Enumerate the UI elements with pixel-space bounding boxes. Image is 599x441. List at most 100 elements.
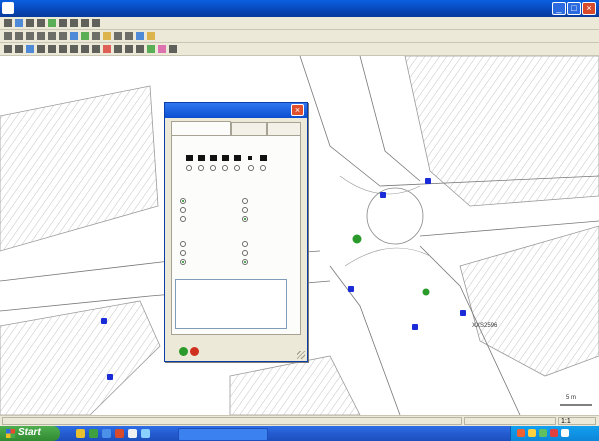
toolbar-tool-icon[interactable]	[26, 45, 34, 53]
start-button[interactable]: Start	[0, 426, 60, 441]
quicklaunch-doc-icon[interactable]	[128, 429, 137, 438]
toolbar-tool-icon[interactable]	[169, 45, 177, 53]
manhole-marker[interactable]	[425, 178, 431, 184]
toolbar-tool-icon[interactable]	[114, 45, 122, 53]
toolbar-tool-icon[interactable]	[125, 45, 133, 53]
option-radio[interactable]	[242, 250, 248, 256]
cancel-icon[interactable]	[190, 347, 199, 356]
dialog-titlebar[interactable]: ×	[165, 103, 307, 118]
toolbar-tool-icon[interactable]	[125, 32, 133, 40]
option-radio[interactable]	[180, 250, 186, 256]
map-label: XXS2596	[472, 323, 498, 329]
toolbar-tool-icon[interactable]	[92, 19, 100, 27]
ok-icon[interactable]	[179, 347, 188, 356]
manhole-marker[interactable]	[348, 286, 354, 292]
toolbar-tool-icon[interactable]	[136, 32, 144, 40]
tab-1[interactable]	[171, 121, 231, 135]
symbol-option[interactable]	[234, 155, 241, 161]
taskbar-window-button[interactable]	[178, 428, 268, 441]
toolbar-tool-icon[interactable]	[81, 19, 89, 27]
symbol-radio[interactable]	[186, 165, 192, 171]
toolbar-tool-icon[interactable]	[114, 32, 122, 40]
dialog-close-button[interactable]: ×	[291, 104, 304, 116]
toolbar-tool-icon[interactable]	[136, 45, 144, 53]
tray-icon[interactable]	[561, 429, 569, 437]
toolbar-tool-icon[interactable]	[37, 32, 45, 40]
symbol-option[interactable]	[198, 155, 205, 161]
tray-icon[interactable]	[550, 429, 558, 437]
toolbar-tool-icon[interactable]	[92, 45, 100, 53]
toolbar-tool-icon[interactable]	[48, 19, 56, 27]
symbol-radio[interactable]	[222, 165, 228, 171]
toolbar-tool-icon[interactable]	[59, 19, 67, 27]
toolbar-tool-icon[interactable]	[81, 45, 89, 53]
toolbar-tool-icon[interactable]	[147, 32, 155, 40]
manhole-marker[interactable]	[107, 374, 113, 380]
manhole-marker[interactable]	[101, 318, 107, 324]
toolbar-tool-icon[interactable]	[158, 45, 166, 53]
tab-2[interactable]	[231, 122, 267, 135]
tab-3[interactable]	[267, 122, 301, 135]
toolbar-tool-icon[interactable]	[4, 19, 12, 27]
maximize-button[interactable]: □	[567, 2, 581, 15]
manhole-marker[interactable]	[412, 324, 418, 330]
resize-grip[interactable]	[297, 351, 305, 359]
option-radio[interactable]	[242, 198, 248, 204]
symbol-radio[interactable]	[260, 165, 266, 171]
notes-textarea[interactable]	[175, 279, 287, 329]
app-icon	[2, 2, 14, 14]
option-radio[interactable]	[242, 241, 248, 247]
minimize-button[interactable]: _	[552, 2, 566, 15]
toolbar-tool-icon[interactable]	[15, 45, 23, 53]
quicklaunch-browser-icon[interactable]	[102, 429, 111, 438]
option-radio[interactable]	[242, 216, 248, 222]
quicklaunch-folder-icon[interactable]	[76, 429, 85, 438]
toolbar-tool-icon[interactable]	[70, 19, 78, 27]
manhole-marker[interactable]	[380, 192, 386, 198]
option-radio[interactable]	[180, 241, 186, 247]
symbol-radio[interactable]	[198, 165, 204, 171]
option-radio[interactable]	[242, 259, 248, 265]
quicklaunch-app-icon[interactable]	[89, 429, 98, 438]
toolbar-tool-icon[interactable]	[15, 19, 23, 27]
toolbar-tool-icon[interactable]	[103, 45, 111, 53]
toolbar-tool-icon[interactable]	[59, 45, 67, 53]
option-radio[interactable]	[180, 207, 186, 213]
toolbar-tool-icon[interactable]	[92, 32, 100, 40]
option-radio[interactable]	[242, 207, 248, 213]
symbol-option[interactable]	[186, 155, 193, 161]
quicklaunch-media-icon[interactable]	[115, 429, 124, 438]
symbol-option[interactable]	[210, 155, 217, 161]
symbol-radio[interactable]	[248, 165, 254, 171]
option-radio[interactable]	[180, 216, 186, 222]
symbol-option[interactable]	[260, 155, 267, 161]
toolbar-tool-icon[interactable]	[48, 45, 56, 53]
quicklaunch-desktop-icon[interactable]	[141, 429, 150, 438]
toolbar-tool-icon[interactable]	[59, 32, 67, 40]
tray-icon[interactable]	[539, 429, 547, 437]
tray-icon[interactable]	[528, 429, 536, 437]
toolbar-tool-icon[interactable]	[37, 45, 45, 53]
tray-icon[interactable]	[517, 429, 525, 437]
toolbar-tool-icon[interactable]	[48, 32, 56, 40]
toolbar-tool-icon[interactable]	[81, 32, 89, 40]
taskbar: Start	[0, 426, 599, 441]
option-radio[interactable]	[180, 259, 186, 265]
toolbar-tool-icon[interactable]	[4, 45, 12, 53]
symbol-option[interactable]	[248, 156, 252, 160]
symbol-option[interactable]	[222, 155, 229, 161]
manhole-marker[interactable]	[460, 310, 466, 316]
toolbar-tool-icon[interactable]	[4, 32, 12, 40]
toolbar-tool-icon[interactable]	[103, 32, 111, 40]
toolbar-tool-icon[interactable]	[26, 32, 34, 40]
symbol-radio[interactable]	[234, 165, 240, 171]
option-radio[interactable]	[180, 198, 186, 204]
symbol-radio[interactable]	[210, 165, 216, 171]
toolbar-tool-icon[interactable]	[70, 32, 78, 40]
toolbar-tool-icon[interactable]	[15, 32, 23, 40]
toolbar-tool-icon[interactable]	[26, 19, 34, 27]
toolbar-tool-icon[interactable]	[37, 19, 45, 27]
close-button[interactable]: ×	[582, 2, 596, 15]
toolbar-tool-icon[interactable]	[70, 45, 78, 53]
toolbar-tool-icon[interactable]	[147, 45, 155, 53]
